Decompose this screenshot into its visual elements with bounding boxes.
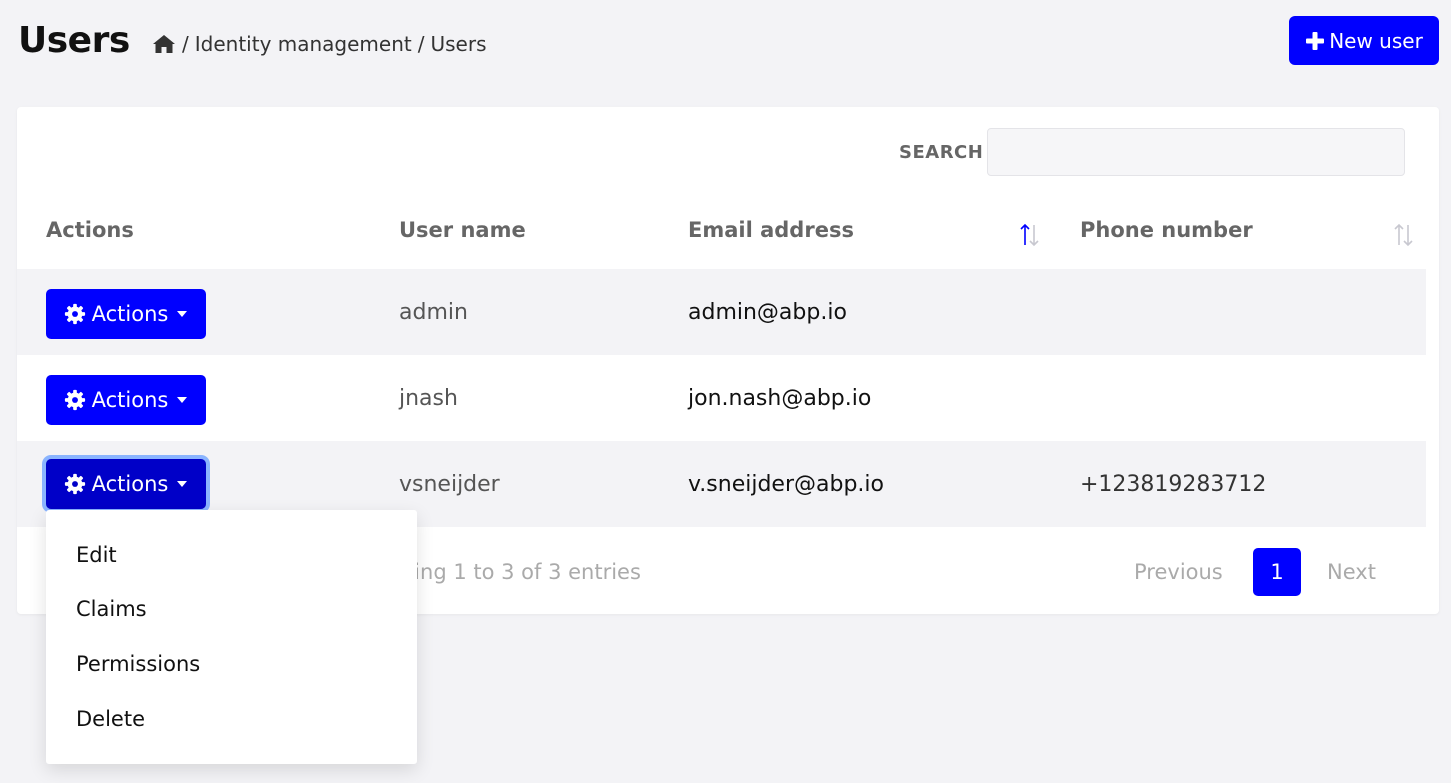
- gear-icon: [64, 389, 85, 411]
- actions-button[interactable]: Actions: [46, 459, 206, 509]
- actions-label: Actions: [91, 472, 169, 496]
- column-header-username[interactable]: User name: [399, 218, 526, 242]
- table-row: Actions admin admin@abp.io: [17, 269, 1426, 355]
- email-cell: v.sneijder@abp.io: [688, 471, 884, 497]
- breadcrumb: / Identity management / Users: [152, 32, 487, 56]
- email-cell: admin@abp.io: [688, 299, 847, 325]
- actions-button[interactable]: Actions: [46, 375, 206, 425]
- menu-item-edit[interactable]: Edit: [76, 543, 117, 567]
- caret-down-icon: [177, 311, 188, 317]
- actions-button[interactable]: Actions: [46, 289, 206, 339]
- table-row: Actions jnash jon.nash@abp.io: [17, 355, 1426, 441]
- new-user-label: New user: [1329, 28, 1423, 53]
- column-header-phone[interactable]: Phone number: [1080, 218, 1253, 242]
- breadcrumb-separator: /: [182, 32, 189, 56]
- breadcrumb-item-users: Users: [430, 32, 487, 56]
- breadcrumb-separator: /: [417, 32, 425, 56]
- search-label: SEARCH: [899, 142, 984, 163]
- phone-cell: +123819283712: [1080, 471, 1267, 497]
- home-icon[interactable]: [152, 33, 176, 55]
- column-header-email[interactable]: Email address: [688, 218, 854, 242]
- breadcrumb-item-identity[interactable]: Identity management: [195, 32, 412, 56]
- username-cell: admin: [399, 299, 468, 325]
- table-info: wing 1 to 3 of 3 entries: [397, 560, 641, 584]
- menu-item-delete[interactable]: Delete: [76, 707, 145, 731]
- page-title: Users: [18, 20, 130, 61]
- email-cell: jon.nash@abp.io: [688, 385, 872, 411]
- column-header-actions: Actions: [46, 218, 134, 242]
- actions-dropdown-menu: Edit Claims Permissions Delete: [46, 510, 417, 764]
- new-user-button[interactable]: New user: [1289, 16, 1439, 65]
- actions-label: Actions: [91, 388, 169, 412]
- search-input[interactable]: [987, 128, 1405, 176]
- caret-down-icon: [177, 397, 188, 403]
- pagination-previous[interactable]: Previous: [1134, 560, 1223, 584]
- pagination-next[interactable]: Next: [1327, 560, 1376, 584]
- caret-down-icon: [177, 481, 188, 487]
- sort-icon[interactable]: [1391, 221, 1417, 249]
- menu-item-claims[interactable]: Claims: [76, 597, 147, 621]
- menu-item-permissions[interactable]: Permissions: [76, 652, 200, 676]
- actions-label: Actions: [91, 302, 169, 326]
- gear-icon: [64, 473, 85, 495]
- sort-icon[interactable]: [1017, 221, 1043, 249]
- gear-icon: [64, 303, 85, 325]
- plus-icon: [1306, 31, 1325, 50]
- username-cell: jnash: [399, 385, 458, 411]
- pagination-page-1[interactable]: 1: [1253, 548, 1301, 596]
